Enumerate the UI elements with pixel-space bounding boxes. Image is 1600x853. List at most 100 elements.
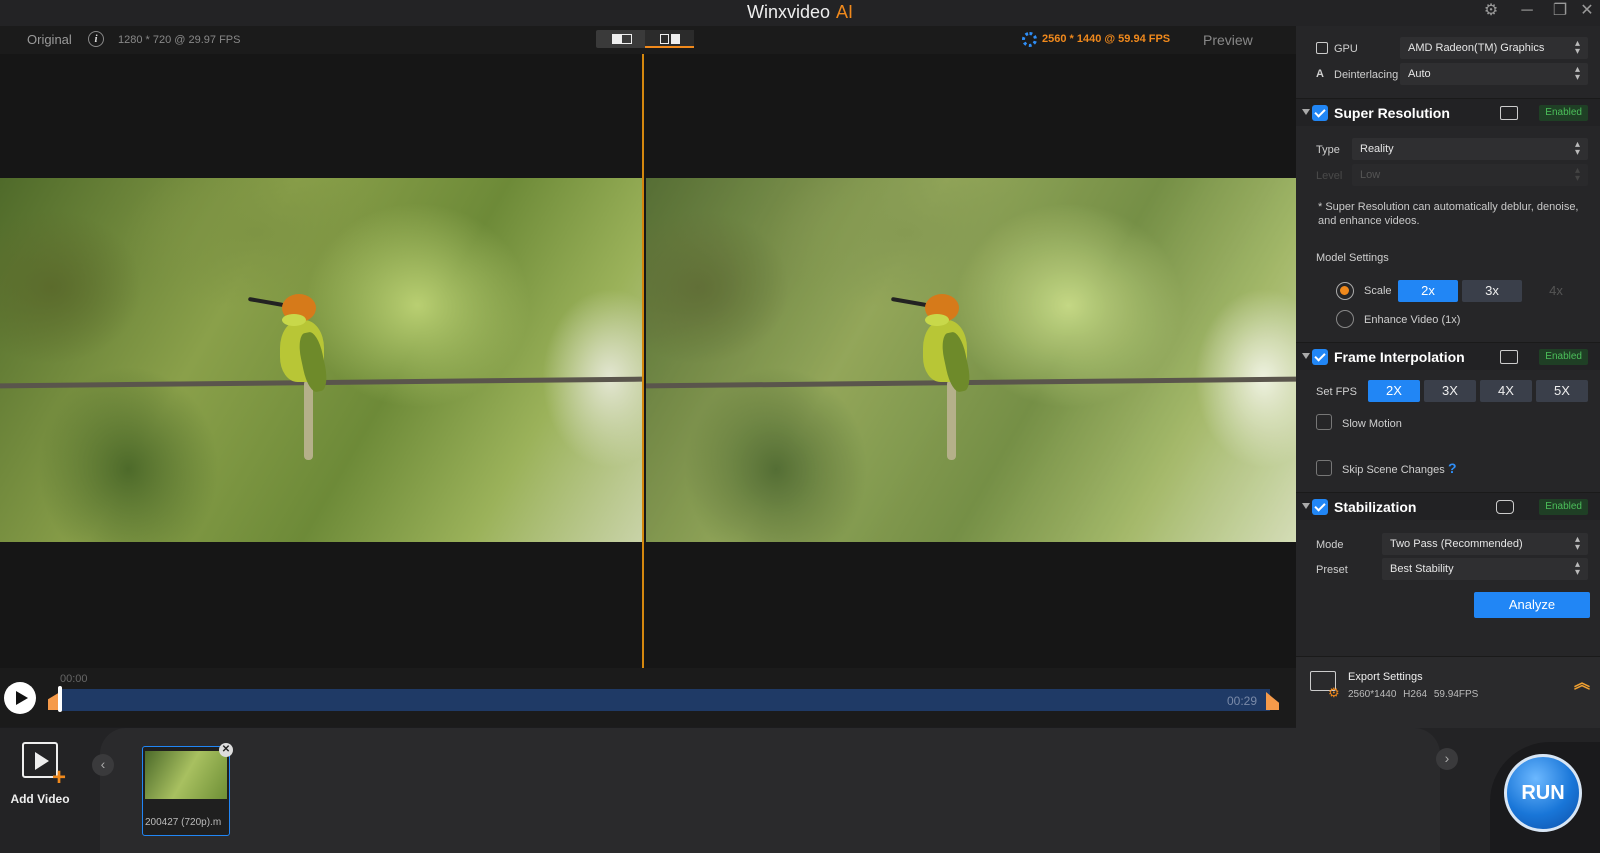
preview-toolbar: Original i 1280 * 720 @ 29.97 FPS 2560 *… xyxy=(0,26,1296,54)
super-resolution-checkbox[interactable] xyxy=(1312,105,1328,121)
level-select: Low ▴ ▾ xyxy=(1352,164,1588,186)
add-video-label: Add Video xyxy=(10,792,70,806)
maximize-button[interactable]: ❐ xyxy=(1545,0,1575,24)
gpu-select[interactable]: AMD Radeon(TM) Graphics ▴ ▾ xyxy=(1400,37,1588,59)
add-video-button[interactable]: + Add Video xyxy=(10,742,70,806)
fps-3x-button[interactable]: 3X xyxy=(1424,380,1476,402)
view-single-button[interactable] xyxy=(596,30,645,48)
export-settings-summary: 2560*1440 H264 59.94FPS xyxy=(1348,689,1479,700)
timeline-track[interactable] xyxy=(58,689,1270,711)
play-button[interactable] xyxy=(4,682,36,714)
preset-label: Preset xyxy=(1316,564,1348,576)
run-button[interactable]: RUN xyxy=(1504,754,1582,832)
chevron-left-icon[interactable]: ‹ xyxy=(92,754,114,776)
export-settings-title: Export Settings xyxy=(1348,671,1423,683)
loading-spinner-icon xyxy=(1022,32,1037,47)
updown-icon: ▴ ▾ xyxy=(1574,38,1580,57)
expand-up-icon[interactable]: ︽ xyxy=(1574,669,1590,693)
scale-3x-button[interactable]: 3x xyxy=(1462,280,1522,302)
bird-wing xyxy=(939,330,973,394)
video-tray xyxy=(100,728,1440,853)
video-thumbnail[interactable]: ✕ 200427 (720p).m xyxy=(142,743,233,836)
view-mode-toggle xyxy=(596,30,694,48)
plus-icon: + xyxy=(52,764,67,791)
super-resolution-title: Super Resolution xyxy=(1334,105,1450,121)
timeline: 00:00 00:29 xyxy=(0,668,1296,727)
close-button[interactable]: ✕ xyxy=(1572,0,1600,24)
minimize-button[interactable]: ─ xyxy=(1512,0,1542,24)
super-resolution-note: * Super Resolution can automatically deb… xyxy=(1318,201,1579,227)
level-label: Level xyxy=(1316,170,1343,182)
mode-select[interactable]: Two Pass (Recommended) ▴ ▾ xyxy=(1382,533,1588,555)
fps-5x-button[interactable]: 5X xyxy=(1536,380,1588,402)
stabilization-checkbox[interactable] xyxy=(1312,499,1328,515)
bird xyxy=(247,290,348,490)
title-bar: Winxvideo AI ⚙ ─ ❐ ✕ xyxy=(0,0,1600,26)
video-preview-area: Original i 1280 * 720 @ 29.97 FPS 2560 *… xyxy=(0,26,1297,668)
original-video-frame xyxy=(0,178,643,542)
model-settings-label: Model Settings xyxy=(1316,252,1389,264)
compare-view-icon-right xyxy=(671,34,680,44)
compare-divider-handle[interactable] xyxy=(642,54,644,668)
status-badge: Enabled xyxy=(1539,349,1588,365)
scale-label: Scale xyxy=(1364,285,1392,297)
help-icon[interactable]: ? xyxy=(1448,460,1457,476)
gear-icon[interactable]: ⚙ xyxy=(1476,0,1506,24)
trim-end-handle[interactable] xyxy=(1266,692,1279,710)
view-compare-button[interactable] xyxy=(645,30,694,48)
settings-panel: GPU AMD Radeon(TM) Graphics ▴ ▾ A Deinterl… xyxy=(1296,26,1600,728)
bird xyxy=(890,290,991,490)
original-resolution: 1280 * 720 @ 29.97 FPS xyxy=(118,34,241,46)
deinterlacing-select[interactable]: Auto ▴ ▾ xyxy=(1400,63,1588,85)
scale-radio[interactable] xyxy=(1336,282,1354,300)
status-badge: Enabled xyxy=(1539,499,1588,515)
frame-interpolation-header[interactable]: Frame Interpolation Enabled xyxy=(1296,342,1600,370)
enhance-video-radio[interactable] xyxy=(1336,310,1354,328)
chevron-right-icon[interactable]: › xyxy=(1436,748,1458,770)
upscale-icon xyxy=(1500,106,1518,120)
skip-scene-changes-checkbox[interactable] xyxy=(1316,460,1332,476)
stabilization-header[interactable]: Stabilization Enabled xyxy=(1296,492,1600,520)
info-icon[interactable]: i xyxy=(88,31,104,47)
thumbnail-filename: 200427 (720p).m xyxy=(145,817,222,828)
export-settings[interactable]: ⚙ Export Settings 2560*1440 H264 59.94FP… xyxy=(1296,656,1600,728)
set-fps-label: Set FPS xyxy=(1316,386,1357,398)
deinterlacing-label: Deinterlacing xyxy=(1334,69,1399,81)
single-view-icon xyxy=(612,34,632,44)
timeline-start-time: 00:00 xyxy=(60,673,88,685)
close-icon[interactable]: ✕ xyxy=(219,743,233,757)
fps-2x-button[interactable]: 2X xyxy=(1368,380,1420,402)
type-select[interactable]: Reality ▴ ▾ xyxy=(1352,138,1588,160)
updown-icon: ▴ ▾ xyxy=(1574,64,1580,83)
original-label: Original xyxy=(27,32,72,47)
slow-motion-checkbox[interactable] xyxy=(1316,414,1332,430)
bird-wing xyxy=(296,330,330,394)
updown-icon: ▴ ▾ xyxy=(1574,559,1580,578)
preview-video-frame xyxy=(645,178,1297,542)
scale-2x-button[interactable]: 2x xyxy=(1398,280,1458,302)
skip-scene-changes-label: Skip Scene Changes xyxy=(1342,464,1445,476)
frames-icon xyxy=(1500,350,1518,364)
preset-select[interactable]: Best Stability ▴ ▾ xyxy=(1382,558,1588,580)
fps-4x-button[interactable]: 4X xyxy=(1480,380,1532,402)
analyze-button[interactable]: Analyze xyxy=(1474,592,1590,618)
collapse-icon[interactable] xyxy=(1302,109,1310,115)
run-area: RUN xyxy=(1490,742,1600,853)
collapse-icon[interactable] xyxy=(1302,353,1310,359)
preview-resolution: 2560 * 1440 @ 59.94 FPS xyxy=(1042,33,1171,45)
thumbnail-image xyxy=(145,751,227,799)
bird-throat xyxy=(282,314,306,326)
mode-label: Mode xyxy=(1316,539,1344,551)
stabilization-title: Stabilization xyxy=(1334,499,1417,515)
type-label: Type xyxy=(1316,144,1340,156)
app-title: Winxvideo AI xyxy=(746,2,854,22)
compare-view-icon xyxy=(660,34,669,44)
frame-interpolation-checkbox[interactable] xyxy=(1312,349,1328,365)
playhead[interactable] xyxy=(58,686,62,712)
updown-icon: ▴ ▾ xyxy=(1574,139,1580,158)
bird-throat xyxy=(925,314,949,326)
slow-motion-label: Slow Motion xyxy=(1342,418,1402,430)
collapse-icon[interactable] xyxy=(1302,503,1310,509)
deinterlace-icon: A xyxy=(1316,68,1324,80)
super-resolution-header[interactable]: Super Resolution Enabled xyxy=(1296,98,1600,126)
